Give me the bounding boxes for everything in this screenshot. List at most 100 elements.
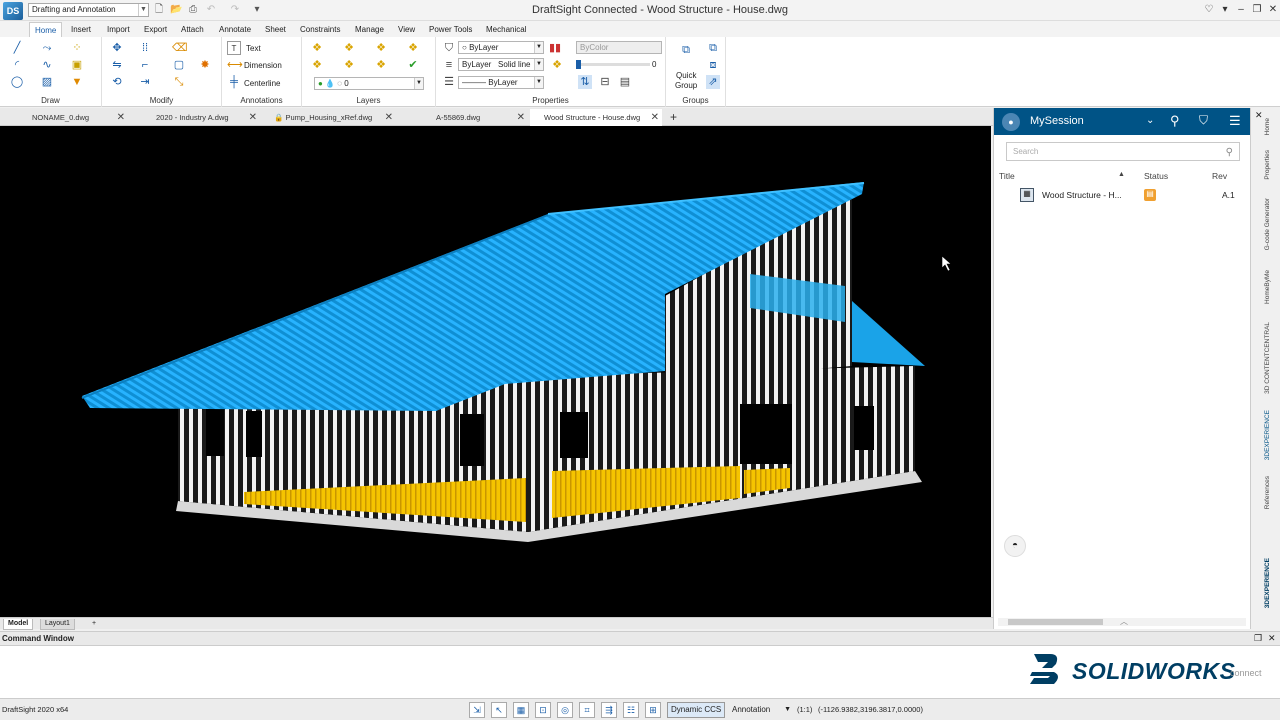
annotation-scale-select[interactable]: Annotation ▼ — [729, 702, 791, 718]
color-select[interactable]: ○ ByLayer ▼ — [458, 41, 544, 54]
side-tab-3dexperience[interactable]: 3DEXPERIENCE — [1264, 410, 1271, 460]
side-tab-references[interactable]: References — [1264, 476, 1271, 509]
close-icon[interactable]: ✕ — [517, 109, 525, 126]
tab-constraints[interactable]: Constraints — [295, 22, 345, 37]
line-icon[interactable]: ╱ — [10, 41, 24, 55]
lineweight-toggle-icon[interactable]: ☷ — [623, 702, 639, 718]
command-window[interactable]: SOLIDWORKS connect — [0, 646, 1280, 698]
tab-attach[interactable]: Attach — [176, 22, 209, 37]
mirror-icon[interactable]: ⇋ — [110, 58, 124, 72]
layer-off-icon[interactable]: ❖ — [310, 58, 324, 72]
new-file-icon[interactable]: 🗋 — [153, 4, 165, 16]
layer-previous-icon[interactable]: ❖ — [374, 41, 388, 55]
arc-icon[interactable]: ◜ — [10, 58, 24, 72]
restore-icon[interactable]: ❐ — [1250, 3, 1264, 17]
tab-view[interactable]: View — [393, 22, 420, 37]
layer-select[interactable]: ● 💧 ◌ 0 ▼ — [314, 77, 424, 90]
list-icon[interactable]: ⊟ — [598, 75, 612, 89]
slider-thumb[interactable] — [576, 60, 581, 69]
spline-icon[interactable]: ∿ — [40, 58, 54, 72]
scrollbar-thumb[interactable] — [1008, 619, 1103, 625]
compass-icon[interactable]: ◓ — [1004, 535, 1026, 557]
tab-model[interactable]: Model — [3, 619, 34, 630]
close-icon[interactable]: ✕ — [1266, 3, 1280, 17]
point-icon[interactable]: ⁘ — [70, 41, 84, 55]
tab-sheet[interactable]: Sheet — [260, 22, 291, 37]
group-selection-icon[interactable]: ⇗ — [706, 75, 720, 89]
doc-tab-active[interactable]: Wood Structure - House.dwg ✕ — [530, 109, 662, 126]
sort-icon[interactable]: ▲ — [1118, 171, 1125, 178]
properties-list-icon[interactable]: ▤ — [618, 75, 632, 89]
column-status[interactable]: Status — [1144, 171, 1168, 181]
move-icon[interactable]: ✥ — [110, 41, 124, 55]
doc-tab[interactable]: 🔒 Pump_Housing_xRef.dwg ✕ — [270, 109, 396, 126]
tab-import[interactable]: Import — [102, 22, 135, 37]
horizontal-scrollbar[interactable]: ︿ — [998, 617, 1246, 626]
side-tab-gcode[interactable]: G-code Generator — [1264, 198, 1271, 250]
close-icon[interactable]: ✕ — [1268, 633, 1276, 644]
etrack-icon[interactable]: ⇶ — [601, 702, 617, 718]
group-edit-icon[interactable]: ⧉ — [706, 41, 720, 55]
tab-insert[interactable]: Insert — [66, 22, 96, 37]
grid-icon[interactable]: ▦ — [513, 702, 529, 718]
ungroup-icon[interactable]: ⧈ — [706, 58, 720, 72]
minimize-icon[interactable]: – — [1234, 3, 1248, 17]
side-tab-home[interactable]: Home — [1264, 118, 1271, 135]
circle-icon[interactable]: ◯ — [10, 75, 24, 89]
drawing-viewport[interactable] — [0, 126, 991, 617]
esnap-icon[interactable]: ⌗ — [579, 702, 595, 718]
quick-group-label-2[interactable]: Group — [675, 81, 697, 90]
tab-annotate[interactable]: Annotate — [214, 22, 256, 37]
transparency-icon[interactable]: ❖ — [550, 58, 564, 72]
tab-power-tools[interactable]: Power Tools — [424, 22, 477, 37]
undo-icon[interactable]: ↶ — [205, 4, 217, 16]
layer-current-icon[interactable]: ✔ — [406, 58, 420, 72]
polyline-icon[interactable]: ⤳ — [40, 41, 54, 55]
transparency-slider[interactable] — [576, 60, 650, 69]
tab-manage[interactable]: Manage — [350, 22, 389, 37]
column-title[interactable]: Title — [999, 171, 1015, 181]
dynamic-ccs-toggle[interactable]: Dynamic CCS — [667, 702, 726, 718]
favorite-icon[interactable]: ♡ — [1202, 3, 1216, 17]
search-icon[interactable]: ⚲ — [1226, 144, 1233, 161]
customize-quickaccess-icon[interactable]: ▾ — [251, 4, 263, 16]
help-menu-icon[interactable]: ▾ — [1218, 3, 1232, 17]
fillet-icon[interactable]: ⌐ — [138, 58, 152, 72]
polar-icon[interactable]: ◎ — [557, 702, 573, 718]
doc-tab[interactable]: A-55869.dwg ✕ — [396, 109, 528, 126]
print-icon[interactable]: ⎙ — [187, 4, 199, 16]
redo-icon[interactable]: ↷ — [229, 4, 241, 16]
lineweight-icon[interactable]: ☰ — [442, 75, 456, 89]
match-properties-icon[interactable]: ⛉ — [442, 41, 456, 55]
tab-home[interactable]: Home — [29, 22, 63, 37]
erase-icon[interactable]: ⌫ — [172, 41, 188, 55]
session-row[interactable]: ▦ Wood Structure - H... ▤ A.1 — [994, 186, 1251, 204]
layer-freeze-icon[interactable]: ❖ — [406, 41, 420, 55]
dimension-icon[interactable]: ⟷ — [227, 58, 243, 72]
add-layout-icon[interactable]: + — [88, 619, 100, 630]
side-tab-3dcontentcentral[interactable]: 3D CONTENTCENTRAL — [1264, 322, 1271, 394]
quick-input-icon[interactable]: ⊞ — [645, 702, 661, 718]
lineweight-select[interactable]: ——— ByLayer ▼ — [458, 76, 544, 89]
new-tab-icon[interactable]: + — [666, 109, 682, 126]
tab-mechanical[interactable]: Mechanical — [481, 22, 531, 37]
text-button[interactable]: Text — [246, 44, 261, 53]
centerline-icon[interactable]: ╪ — [227, 75, 241, 89]
close-icon[interactable]: ✕ — [249, 109, 257, 126]
show-lineweight-icon[interactable]: ⇅ — [578, 75, 592, 89]
search-icon[interactable]: ⚲ — [1170, 113, 1180, 129]
layer-manager-icon[interactable]: ❖ — [310, 41, 324, 55]
close-icon[interactable]: ✕ — [117, 109, 125, 126]
tag-icon[interactable]: ⛉ — [1199, 113, 1208, 128]
doc-tab[interactable]: 2020 - Industry A.dwg ✕ — [128, 109, 260, 126]
close-icon[interactable]: ✕ — [385, 109, 393, 126]
centerline-button[interactable]: Centerline — [244, 79, 280, 88]
restore-icon[interactable]: ❐ — [1254, 633, 1262, 644]
trim-icon[interactable]: ⇥ — [138, 75, 152, 89]
quick-group-label-1[interactable]: Quick — [676, 71, 696, 80]
layer-state-icon[interactable]: ❖ — [342, 41, 356, 55]
layer-lock-icon[interactable]: ❖ — [374, 58, 388, 72]
ortho-icon[interactable]: ⊡ — [535, 702, 551, 718]
linetype-icon[interactable]: ≡ — [442, 58, 456, 72]
snap-icon[interactable]: ⇲ — [469, 702, 485, 718]
